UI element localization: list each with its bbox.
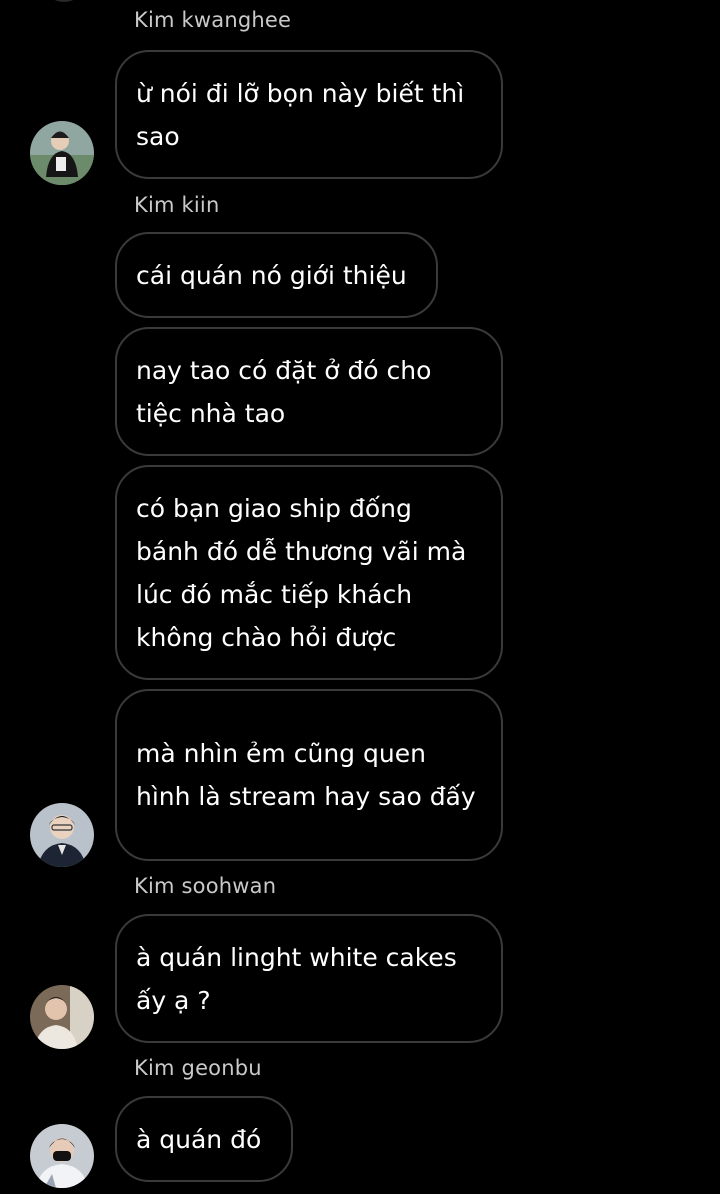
message-text: nay tao có đặt ở đó cho tiệc nhà tao	[136, 355, 432, 428]
message-bubble[interactable]: à quán đó	[115, 1096, 293, 1182]
message-text: à quán đó	[136, 1124, 262, 1154]
user-avatar-icon[interactable]	[30, 1124, 94, 1188]
message-bubble[interactable]: mà nhìn ẻm cũng quen hình là stream hay …	[115, 689, 503, 861]
sender-name: Kim geonbu	[134, 1056, 262, 1080]
message-text: có bạn giao ship đống bánh đó dễ thương …	[136, 493, 467, 652]
sender-name: Kim kiin	[134, 193, 220, 217]
user-avatar-icon[interactable]	[30, 803, 94, 867]
user-avatar-icon[interactable]	[30, 985, 94, 1049]
message-bubble[interactable]: nay tao có đặt ở đó cho tiệc nhà tao	[115, 327, 503, 456]
message-text: à quán linght white cakes ấy ạ ?	[136, 942, 457, 1015]
user-avatar-icon[interactable]	[30, 121, 94, 185]
message-bubble[interactable]: có bạn giao ship đống bánh đó dễ thương …	[115, 465, 503, 680]
message-bubble[interactable]: cái quán nó giới thiệu	[115, 232, 438, 318]
sender-name: Kim soohwan	[134, 874, 277, 898]
sender-name: Kim kwanghee	[134, 8, 292, 32]
message-text: ừ nói đi lỡ bọn này biết thì sao	[136, 78, 465, 151]
message-bubble[interactable]: ừ nói đi lỡ bọn này biết thì sao	[115, 50, 503, 179]
message-text: cái quán nó giới thiệu	[136, 260, 407, 290]
previous-avatar[interactable]	[44, 0, 84, 2]
message-bubble[interactable]: à quán linght white cakes ấy ạ ?	[115, 914, 503, 1043]
message-text: mà nhìn ẻm cũng quen hình là stream hay …	[136, 739, 476, 811]
